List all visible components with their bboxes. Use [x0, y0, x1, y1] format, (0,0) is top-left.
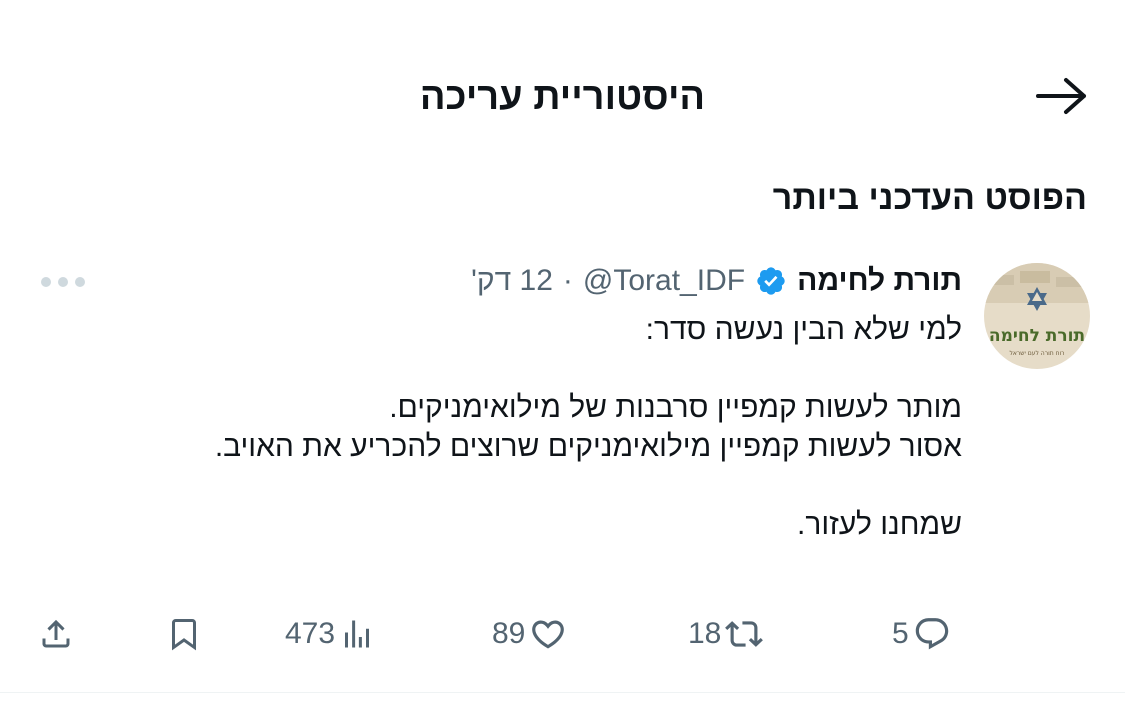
- post-text-blank-line: [102, 349, 962, 388]
- like-count: 89: [492, 617, 526, 650]
- post-text-line: שמחנו לעזור.: [797, 508, 962, 541]
- back-button[interactable]: [1030, 70, 1094, 122]
- separator-dot: ·: [562, 264, 573, 297]
- like-button[interactable]: 89: [492, 610, 567, 658]
- post-text-line: למי שלא הבין נעשה סדר:: [645, 313, 962, 346]
- repost-button[interactable]: 18: [688, 610, 764, 658]
- avatar-logo-text: תורת לחימה: [989, 326, 1085, 346]
- views-count: 473: [285, 617, 336, 650]
- post-header: תורת לחימה @Torat_IDF · 12 דק': [471, 259, 962, 303]
- bookmark-icon: [172, 619, 196, 651]
- heart-icon: [532, 620, 565, 649]
- post-text-line: מותר לעשות קמפיין סרבנות של מילואימניקים…: [389, 391, 962, 424]
- divider: [0, 692, 1125, 693]
- page-title: היסטוריית עריכה: [419, 76, 706, 118]
- section-title: הפוסט העדכני ביותר: [772, 179, 1087, 217]
- avatar-logo-subtext: רוח תורה לעם ישראל: [1009, 350, 1064, 357]
- reply-count: 5: [892, 617, 909, 650]
- avatar[interactable]: תורת לחימה רוח תורה לעם ישראל: [984, 263, 1090, 369]
- views-button[interactable]: 473: [285, 610, 375, 658]
- post-text-line: אסור לעשות קמפיין מילואימניקים שרוצים לה…: [214, 430, 962, 463]
- author-name[interactable]: תורת לחימה: [797, 259, 962, 303]
- reply-button[interactable]: 5: [892, 610, 951, 658]
- more-options-button[interactable]: [34, 266, 92, 298]
- post-text: למי שלא הבין נעשה סדר: מותר לעשות קמפיין…: [102, 310, 962, 544]
- views-chart-icon: [345, 620, 370, 648]
- post-timestamp[interactable]: 12 דק': [471, 259, 553, 303]
- share-icon: [42, 619, 70, 648]
- avatar-logo: תורת לחימה רוח תורה לעם ישראל: [984, 263, 1090, 369]
- post-text-blank-line: [102, 466, 962, 505]
- verified-badge-icon: [755, 265, 787, 297]
- reply-icon: [915, 618, 948, 650]
- author-handle[interactable]: @Torat_IDF: [583, 259, 745, 303]
- repost-count: 18: [688, 617, 722, 650]
- share-button[interactable]: [38, 610, 74, 658]
- arrow-right-icon: [1036, 78, 1086, 114]
- more-dots-icon: [41, 277, 85, 287]
- repost-icon: [725, 621, 764, 647]
- post-action-bar: 473 89 18 5: [0, 610, 1125, 658]
- bookmark-button[interactable]: [166, 610, 202, 658]
